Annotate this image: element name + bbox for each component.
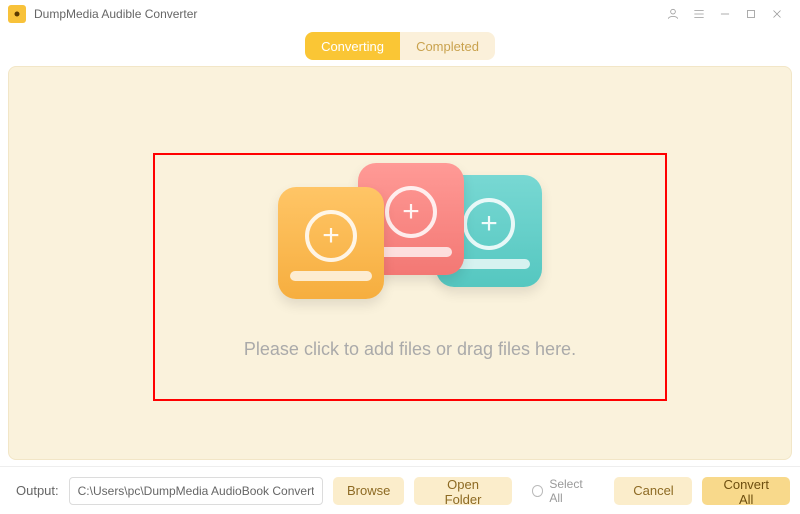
add-files-illustration: + + + bbox=[280, 163, 540, 311]
tabs-row: Converting Completed bbox=[0, 28, 800, 64]
minimize-button[interactable] bbox=[712, 3, 738, 25]
menu-icon[interactable] bbox=[686, 3, 712, 25]
select-all-radio-icon bbox=[532, 485, 544, 497]
app-title: DumpMedia Audible Converter bbox=[34, 7, 197, 21]
output-path-field[interactable] bbox=[69, 477, 323, 505]
browse-button[interactable]: Browse bbox=[333, 477, 404, 505]
cancel-button[interactable]: Cancel bbox=[614, 477, 692, 505]
output-label: Output: bbox=[16, 483, 59, 498]
convert-all-button[interactable]: Convert All bbox=[702, 477, 790, 505]
tab-converting[interactable]: Converting bbox=[305, 32, 400, 60]
maximize-button[interactable] bbox=[738, 3, 764, 25]
open-folder-button[interactable]: Open Folder bbox=[414, 477, 511, 505]
tabs-pill: Converting Completed bbox=[305, 32, 495, 60]
app-logo-icon bbox=[8, 5, 26, 23]
drop-zone-message: Please click to add files or drag files … bbox=[244, 339, 576, 360]
select-all-label: Select All bbox=[549, 477, 596, 505]
close-button[interactable] bbox=[764, 3, 790, 25]
book-icon-orange: + bbox=[278, 187, 384, 299]
drop-zone-highlight[interactable]: + + + Please click to add files or drag … bbox=[153, 153, 667, 401]
footer-bar: Output: Browse Open Folder Select All Ca… bbox=[0, 466, 800, 514]
select-all-toggle[interactable]: Select All bbox=[532, 477, 597, 505]
title-bar: DumpMedia Audible Converter bbox=[0, 0, 800, 28]
main-panel: + + + Please click to add files or drag … bbox=[8, 66, 792, 460]
tab-completed[interactable]: Completed bbox=[400, 32, 495, 60]
account-icon[interactable] bbox=[660, 3, 686, 25]
